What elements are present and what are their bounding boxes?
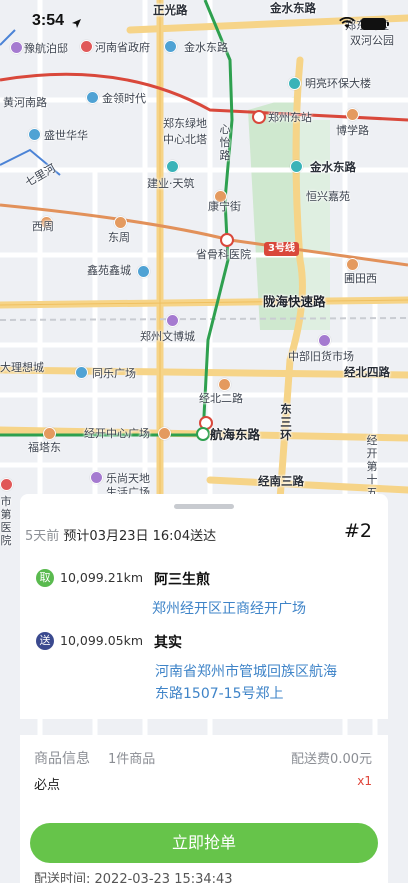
delivery-name: 其实 <box>154 635 182 651</box>
metro-station-icon <box>252 110 266 124</box>
map-label: 博学路 <box>336 124 369 137</box>
order-meta: 5天前 预计03月23日 16:04送达 <box>25 525 216 544</box>
map-label: 西周 <box>32 220 54 233</box>
status-time: 3:54 <box>32 12 65 29</box>
poi-marker <box>43 427 56 440</box>
delivery-address-line: 东路1507-15号郑上 <box>155 686 284 702</box>
map-label: 乐尚天地 <box>106 472 150 485</box>
poi-marker <box>166 314 179 327</box>
metro-station-icon <box>196 427 210 441</box>
drag-handle[interactable] <box>174 504 234 509</box>
order-eta: 预计03月23日 16:04送达 <box>63 529 217 544</box>
goods-header: 商品信息 <box>34 751 90 767</box>
map-label: 恒兴嘉苑 <box>306 190 350 203</box>
map-label: 圃田西 <box>344 272 377 285</box>
metro-line-badge: 3号线 <box>264 242 299 256</box>
map-label: 康宁街 <box>208 200 241 213</box>
delivery-address[interactable]: 河南省郑州市管城回族区航海 东路1507-15号郑上 <box>155 661 337 705</box>
pickup-name: 阿三生煎 <box>154 572 210 588</box>
poi-marker <box>318 334 331 347</box>
poi-marker <box>137 265 150 278</box>
map-label: 豫航泊邸 <box>24 42 68 55</box>
map-label: 郑州东站 <box>268 111 312 124</box>
map-label: 心怡路 <box>219 123 231 162</box>
pickup-distance: 10,099.21km <box>60 570 144 585</box>
poi-marker <box>218 378 231 391</box>
wifi-icon <box>339 14 355 33</box>
map-label: 省骨科医院 <box>196 248 251 261</box>
poi-marker <box>28 128 41 141</box>
location-arrow-icon <box>71 14 82 33</box>
delivery-badge-icon: 送 <box>36 632 54 650</box>
poi-marker <box>166 160 179 173</box>
map-label: 经南三路 <box>258 474 304 488</box>
map-label: 大理想城 <box>0 361 44 374</box>
map-label: 东三环 <box>280 402 292 442</box>
map-label: 经北四路 <box>344 365 390 379</box>
status-indicators <box>339 14 389 33</box>
map-label: 经开第十五 <box>366 434 378 499</box>
map-label: 鑫苑鑫城 <box>87 264 131 277</box>
map-label: 金水东路 <box>310 160 356 174</box>
delivery-address-line: 河南省郑州市管城回族区航海 <box>155 664 337 680</box>
map-label: 中部旧货市场 <box>288 350 354 363</box>
pickup-address[interactable]: 郑州经开区正商经开广场 <box>152 598 306 620</box>
battery-icon <box>361 17 389 30</box>
delivery-time: 配送时间: 2022-03-23 15:34:43 <box>34 872 233 883</box>
goods-item-name: 必点 <box>34 778 61 793</box>
poi-marker <box>86 91 99 104</box>
poi-marker <box>0 478 13 491</box>
map-label: 郑东绿地 <box>163 117 207 130</box>
order-time-ago: 5天前 <box>25 529 60 544</box>
goods-count: 1件商品 <box>108 752 156 767</box>
map-label: 经北二路 <box>199 392 243 405</box>
map-label: 市第医院 <box>0 495 12 547</box>
map-label: 陇海快速路 <box>263 294 326 309</box>
poi-marker <box>346 258 359 271</box>
goods-item-qty: x1 <box>357 774 372 788</box>
delivery-fee: 配送费0.00元 <box>291 752 372 767</box>
poi-marker <box>90 471 103 484</box>
map-label: 中心北塔 <box>163 133 207 146</box>
map-label: 黄河南路 <box>3 96 47 109</box>
map-label: 同乐广场 <box>92 367 136 380</box>
delivery-distance: 10,099.05km <box>60 633 144 648</box>
poi-marker <box>114 216 127 229</box>
map-label: 郑州文博城 <box>140 330 195 343</box>
poi-marker <box>158 427 171 440</box>
map-label: 金领时代 <box>102 92 146 105</box>
poi-marker <box>75 366 88 379</box>
map-label: 明亮环保大楼 <box>305 77 371 90</box>
poi-marker <box>290 160 303 173</box>
pickup-badge-icon: 取 <box>36 569 54 587</box>
map-label: 盛世华华 <box>44 129 88 142</box>
status-bar: 3:54 <box>0 0 408 44</box>
poi-marker <box>288 77 301 90</box>
map-label: 航海东路 <box>210 427 261 442</box>
map-label: 经开中心广场 <box>84 427 150 440</box>
grab-order-button[interactable]: 立即抢单 <box>30 823 378 863</box>
poi-marker <box>346 108 359 121</box>
map-label: 建业·天筑 <box>147 177 195 190</box>
map-label: 福塔东 <box>28 441 61 454</box>
metro-station-icon <box>220 233 234 247</box>
map-label: 东周 <box>108 231 130 244</box>
order-number: #2 <box>343 520 372 542</box>
